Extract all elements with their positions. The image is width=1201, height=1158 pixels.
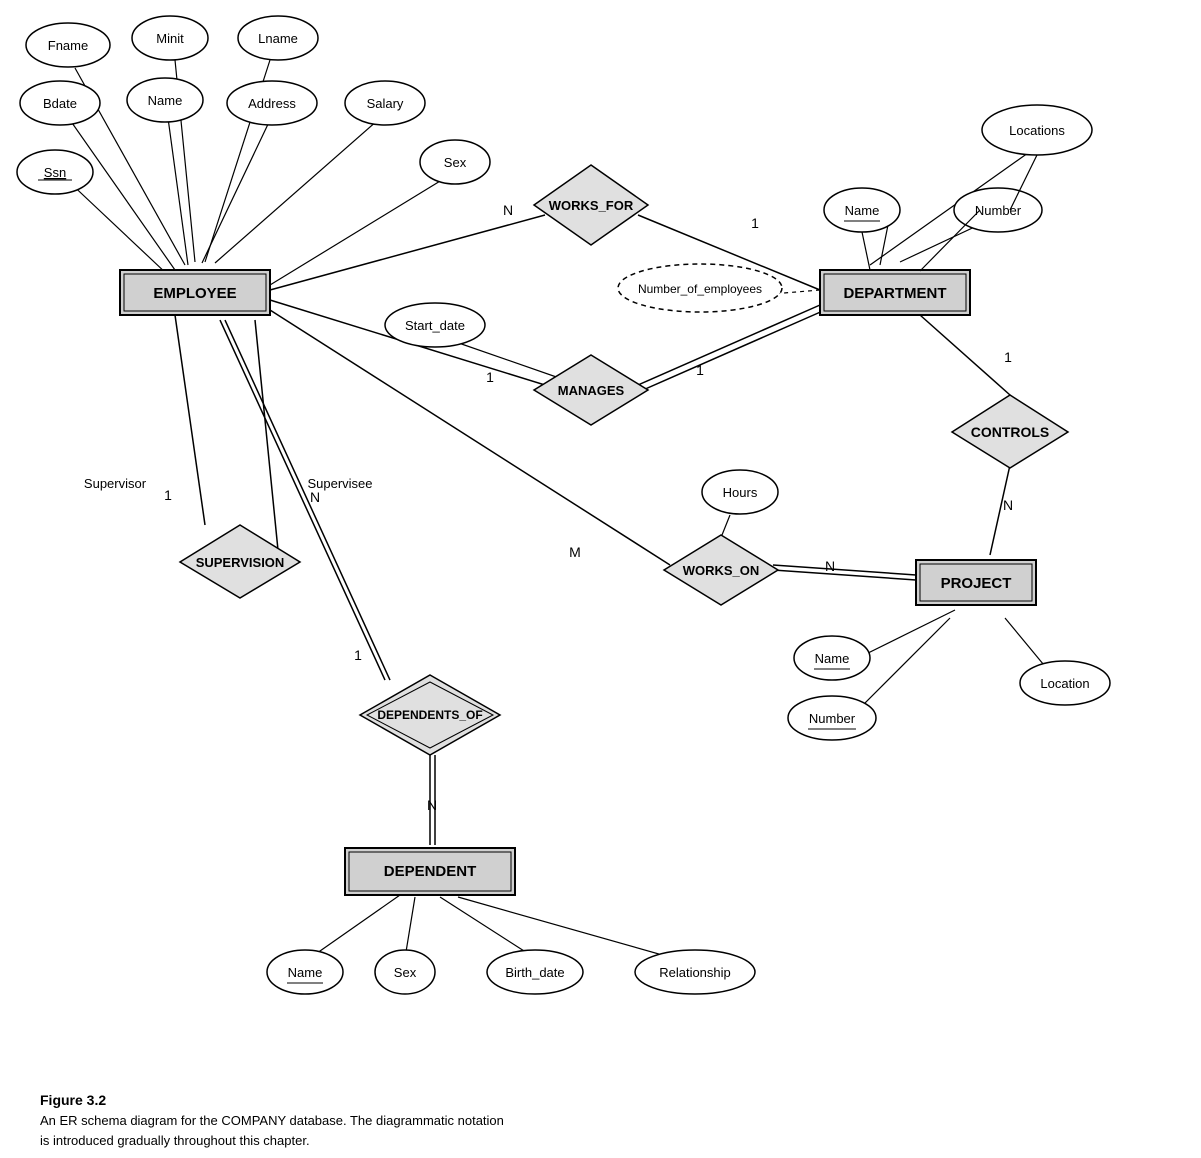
svg-text:Birth_date: Birth_date	[505, 965, 564, 980]
svg-text:Salary: Salary	[367, 96, 404, 111]
svg-text:Ssn: Ssn	[44, 165, 66, 180]
svg-text:Supervisee: Supervisee	[307, 476, 372, 491]
svg-text:N: N	[1003, 497, 1013, 513]
svg-text:Address: Address	[248, 96, 296, 111]
svg-text:Locations: Locations	[1009, 123, 1065, 138]
svg-text:Fname: Fname	[48, 38, 88, 53]
svg-text:1: 1	[696, 362, 704, 378]
svg-text:Number: Number	[809, 711, 856, 726]
svg-text:1: 1	[164, 487, 172, 503]
svg-text:Start_date: Start_date	[405, 318, 465, 333]
svg-text:WORKS_ON: WORKS_ON	[683, 563, 760, 578]
er-diagram: EMPLOYEE DEPARTMENT PROJECT DEPENDENT WO…	[0, 0, 1201, 1090]
svg-text:DEPENDENTS_OF: DEPENDENTS_OF	[377, 708, 482, 722]
svg-text:Name: Name	[148, 93, 183, 108]
figure-caption: Figure 3.2 An ER schema diagram for the …	[40, 1090, 1201, 1150]
svg-text:DEPARTMENT: DEPARTMENT	[843, 285, 946, 302]
svg-text:Sex: Sex	[394, 965, 417, 980]
svg-text:MANAGES: MANAGES	[558, 383, 625, 398]
svg-text:Sex: Sex	[444, 155, 467, 170]
figure-label: Figure 3.2	[40, 1090, 1201, 1111]
svg-text:EMPLOYEE: EMPLOYEE	[153, 285, 236, 302]
svg-text:CONTROLS: CONTROLS	[971, 424, 1050, 440]
figure-description-line1: An ER schema diagram for the COMPANY dat…	[40, 1111, 1201, 1131]
svg-text:Hours: Hours	[723, 485, 758, 500]
svg-text:Lname: Lname	[258, 31, 298, 46]
svg-text:PROJECT: PROJECT	[941, 575, 1012, 592]
svg-text:Number: Number	[975, 203, 1022, 218]
svg-text:1: 1	[354, 647, 362, 663]
svg-text:Name: Name	[815, 651, 850, 666]
svg-text:Minit: Minit	[156, 31, 184, 46]
figure-description-line2: is introduced gradually throughout this …	[40, 1131, 1201, 1151]
svg-text:N: N	[825, 558, 835, 574]
svg-text:N: N	[427, 797, 437, 813]
svg-text:1: 1	[486, 369, 494, 385]
svg-text:WORKS_FOR: WORKS_FOR	[549, 198, 634, 213]
svg-text:1: 1	[751, 215, 759, 231]
svg-text:Location: Location	[1040, 676, 1089, 691]
svg-text:Bdate: Bdate	[43, 96, 77, 111]
svg-text:N: N	[310, 489, 320, 505]
svg-text:Name: Name	[845, 203, 880, 218]
svg-text:M: M	[569, 544, 581, 560]
svg-text:Supervisor: Supervisor	[84, 476, 147, 491]
svg-text:Name: Name	[288, 965, 323, 980]
svg-text:N: N	[503, 202, 513, 218]
svg-text:Relationship: Relationship	[659, 965, 731, 980]
svg-text:1: 1	[1004, 349, 1012, 365]
svg-text:Number_of_employees: Number_of_employees	[638, 282, 762, 296]
svg-text:DEPENDENT: DEPENDENT	[384, 863, 477, 880]
svg-text:SUPERVISION: SUPERVISION	[196, 555, 285, 570]
